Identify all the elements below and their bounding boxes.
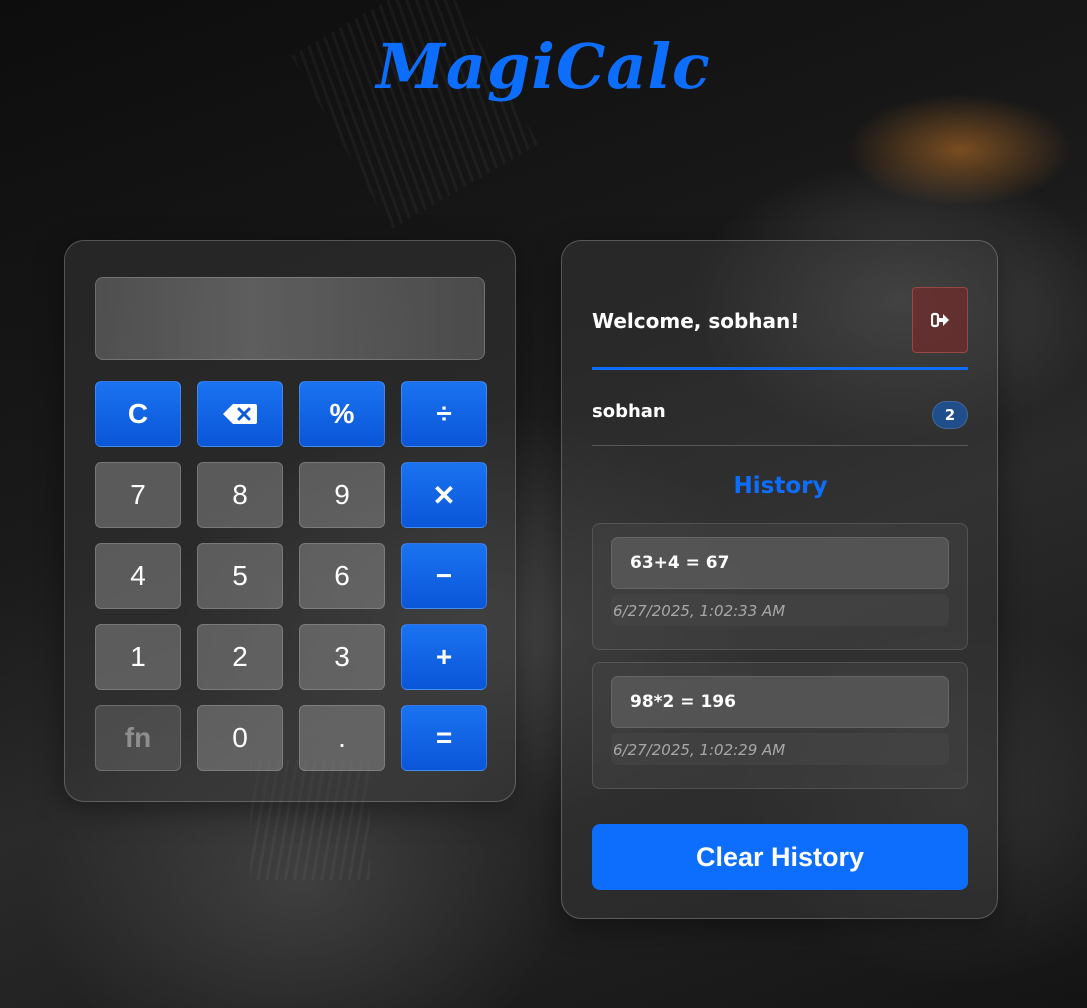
digit-6-key[interactable]: 6 (299, 543, 385, 609)
header-divider (592, 367, 968, 370)
divide-key[interactable]: ÷ (401, 381, 487, 447)
calculator-display (95, 277, 485, 360)
history-timestamp: 6/27/2025, 1:02:33 AM (611, 594, 949, 626)
decimal-key[interactable]: . (299, 705, 385, 771)
history-item[interactable]: 63+4 = 67 6/27/2025, 1:02:33 AM (592, 523, 968, 650)
digit-4-key[interactable]: 4 (95, 543, 181, 609)
backspace-key[interactable] (197, 381, 283, 447)
clear-key[interactable]: C (95, 381, 181, 447)
username: sobhan (592, 401, 666, 422)
multiply-key[interactable]: ✕ (401, 462, 487, 528)
digit-3-key[interactable]: 3 (299, 624, 385, 690)
user-row: sobhan 2 (592, 401, 968, 446)
digit-2-key[interactable]: 2 (197, 624, 283, 690)
app-title: MagiCalc (376, 30, 711, 103)
user-panel: Welcome, sobhan! sobhan 2 History 63+4 =… (561, 240, 998, 919)
digit-1-key[interactable]: 1 (95, 624, 181, 690)
percent-key[interactable]: % (299, 381, 385, 447)
history-count-badge: 2 (932, 401, 968, 429)
calculator-panel: C% ÷ 7 8 9 ✕ 4 5 6− 1 2 3 + fn 0. = (64, 240, 516, 802)
history-expression: 63+4 = 67 (611, 537, 949, 589)
history-list: 63+4 = 67 6/27/2025, 1:02:33 AM 98*2 = 1… (592, 523, 968, 801)
fn-key[interactable]: fn (95, 705, 181, 771)
sign-out-icon (931, 312, 949, 328)
minus-key[interactable]: − (401, 543, 487, 609)
digit-5-key[interactable]: 5 (197, 543, 283, 609)
history-heading: History (733, 473, 828, 499)
plus-key[interactable]: + (401, 624, 487, 690)
logout-button[interactable] (912, 287, 968, 353)
digit-9-key[interactable]: 9 (299, 462, 385, 528)
digit-0-key[interactable]: 0 (197, 705, 283, 771)
digit-7-key[interactable]: 7 (95, 462, 181, 528)
welcome-message: Welcome, sobhan! (592, 309, 800, 333)
history-expression: 98*2 = 196 (611, 676, 949, 728)
equals-key[interactable]: = (401, 705, 487, 771)
clear-history-button[interactable]: Clear History (592, 824, 968, 890)
history-timestamp: 6/27/2025, 1:02:29 AM (611, 733, 949, 765)
digit-8-key[interactable]: 8 (197, 462, 283, 528)
keypad: C% ÷ 7 8 9 ✕ 4 5 6− 1 2 3 + fn 0. = (95, 381, 487, 771)
backspace-icon (223, 404, 257, 424)
history-item[interactable]: 98*2 = 196 6/27/2025, 1:02:29 AM (592, 662, 968, 789)
